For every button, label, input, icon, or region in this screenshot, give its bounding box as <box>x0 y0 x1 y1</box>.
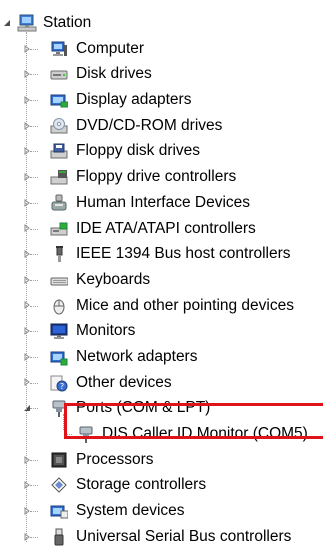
display-adapter-icon <box>50 91 69 109</box>
tree-item-keyboard[interactable]: Keyboards <box>0 267 323 293</box>
tree-item-computer[interactable]: Computer <box>0 36 323 62</box>
tree-connector <box>30 100 38 102</box>
floppy-controller-icon <box>50 168 68 186</box>
tree-item-label: IEEE 1394 Bus host controllers <box>76 245 291 263</box>
tree-item-processor[interactable]: Processors <box>0 447 323 473</box>
tree-connector <box>30 331 38 333</box>
system-device-icon <box>50 502 69 520</box>
tree-item-label: Floppy drive controllers <box>76 168 237 186</box>
tree-item-label: Keyboards <box>76 270 151 288</box>
ide-controller-icon <box>50 220 68 238</box>
tree-connector <box>30 459 38 461</box>
tree-item-network-adapter[interactable]: Network adapters <box>0 344 323 370</box>
tree-item-label: Display adapters <box>76 91 192 109</box>
tree-item-label: IDE ATA/ATAPI controllers <box>76 219 256 237</box>
tree-connector <box>30 485 38 487</box>
tree-item-label: System devices <box>76 502 185 520</box>
tree-item-usb[interactable]: Universal Serial Bus controllers <box>0 524 323 550</box>
computer-station-icon <box>17 13 37 32</box>
tree-item-label: Mice and other pointing devices <box>76 296 294 314</box>
tree-item-dvd-drive[interactable]: DVD/CD-ROM drives <box>0 113 323 139</box>
tree-connector <box>30 125 38 127</box>
tree-item-label: DVD/CD-ROM drives <box>76 116 223 134</box>
tree-connector <box>30 356 38 358</box>
collapse-arrow-icon[interactable] <box>2 10 12 36</box>
tree-item-floppy-disk[interactable]: Floppy disk drives <box>0 138 323 164</box>
tree-item-ide-controller[interactable]: IDE ATA/ATAPI controllers <box>0 216 323 242</box>
tree-item-hid[interactable]: Human Interface Devices <box>0 190 323 216</box>
usb-icon <box>50 528 68 546</box>
device-tree: Station Computer Disk drives Display adapt… <box>0 10 323 549</box>
tree-item-label: Network adapters <box>76 347 198 365</box>
mouse-icon <box>50 297 68 315</box>
tree-item-ieee1394[interactable]: IEEE 1394 Bus host controllers <box>0 241 323 267</box>
storage-controller-icon <box>50 476 68 494</box>
tree-item-monitor[interactable]: Monitors <box>0 318 323 344</box>
tree-connector <box>30 382 38 384</box>
tree-connector <box>30 279 38 281</box>
tree-item-display-adapter[interactable]: Display adapters <box>0 87 323 113</box>
tree-connector <box>30 536 38 538</box>
ieee1394-icon <box>50 245 68 263</box>
monitor-icon <box>50 322 68 340</box>
tree-item-mouse[interactable]: Mice and other pointing devices <box>0 293 323 319</box>
tree-item-label: Disk drives <box>76 65 152 83</box>
dvd-drive-icon <box>50 117 68 135</box>
tree-item-label: Monitors <box>76 322 136 340</box>
tree-connector <box>30 228 38 230</box>
network-adapter-icon <box>50 348 68 366</box>
floppy-disk-icon <box>50 142 68 160</box>
tree-item-floppy-controller[interactable]: Floppy drive controllers <box>0 164 323 190</box>
tree-item-storage-controller[interactable]: Storage controllers <box>0 472 323 498</box>
tree-connector <box>30 151 38 153</box>
tree-item-label: Other devices <box>76 373 172 391</box>
tree-root-station[interactable]: Station <box>0 10 323 36</box>
tree-connector <box>30 48 38 50</box>
tree-item-label: Computer <box>76 39 145 57</box>
tree-guide-line <box>26 32 27 542</box>
unknown-device-icon: ? <box>50 374 68 392</box>
tree-item-label: Processors <box>76 450 154 468</box>
computer-icon <box>50 40 68 58</box>
processor-icon <box>50 451 68 469</box>
tree-item-label: Floppy disk drives <box>76 142 201 160</box>
tree-connector <box>30 254 38 256</box>
root-label: Station <box>39 10 96 35</box>
tree-item-unknown-device[interactable]: ? Other devices <box>0 370 323 396</box>
tree-connector <box>30 408 38 410</box>
svg-text:?: ? <box>60 382 64 391</box>
tree-item-system-device[interactable]: System devices <box>0 498 323 524</box>
hid-icon <box>50 194 68 212</box>
disk-drive-icon <box>50 65 68 83</box>
tree-connector <box>30 511 38 513</box>
tree-connector <box>30 74 38 76</box>
tree-connector <box>30 177 38 179</box>
tree-item-disk-drive[interactable]: Disk drives <box>0 61 323 87</box>
tree-connector <box>30 202 38 204</box>
tree-item-label: Storage controllers <box>76 476 207 494</box>
keyboard-icon <box>50 271 69 289</box>
tree-item-label: Universal Serial Bus controllers <box>76 527 292 545</box>
tree-item-label: Human Interface Devices <box>76 193 251 211</box>
highlight-box <box>64 403 323 439</box>
tree-connector <box>30 305 38 307</box>
